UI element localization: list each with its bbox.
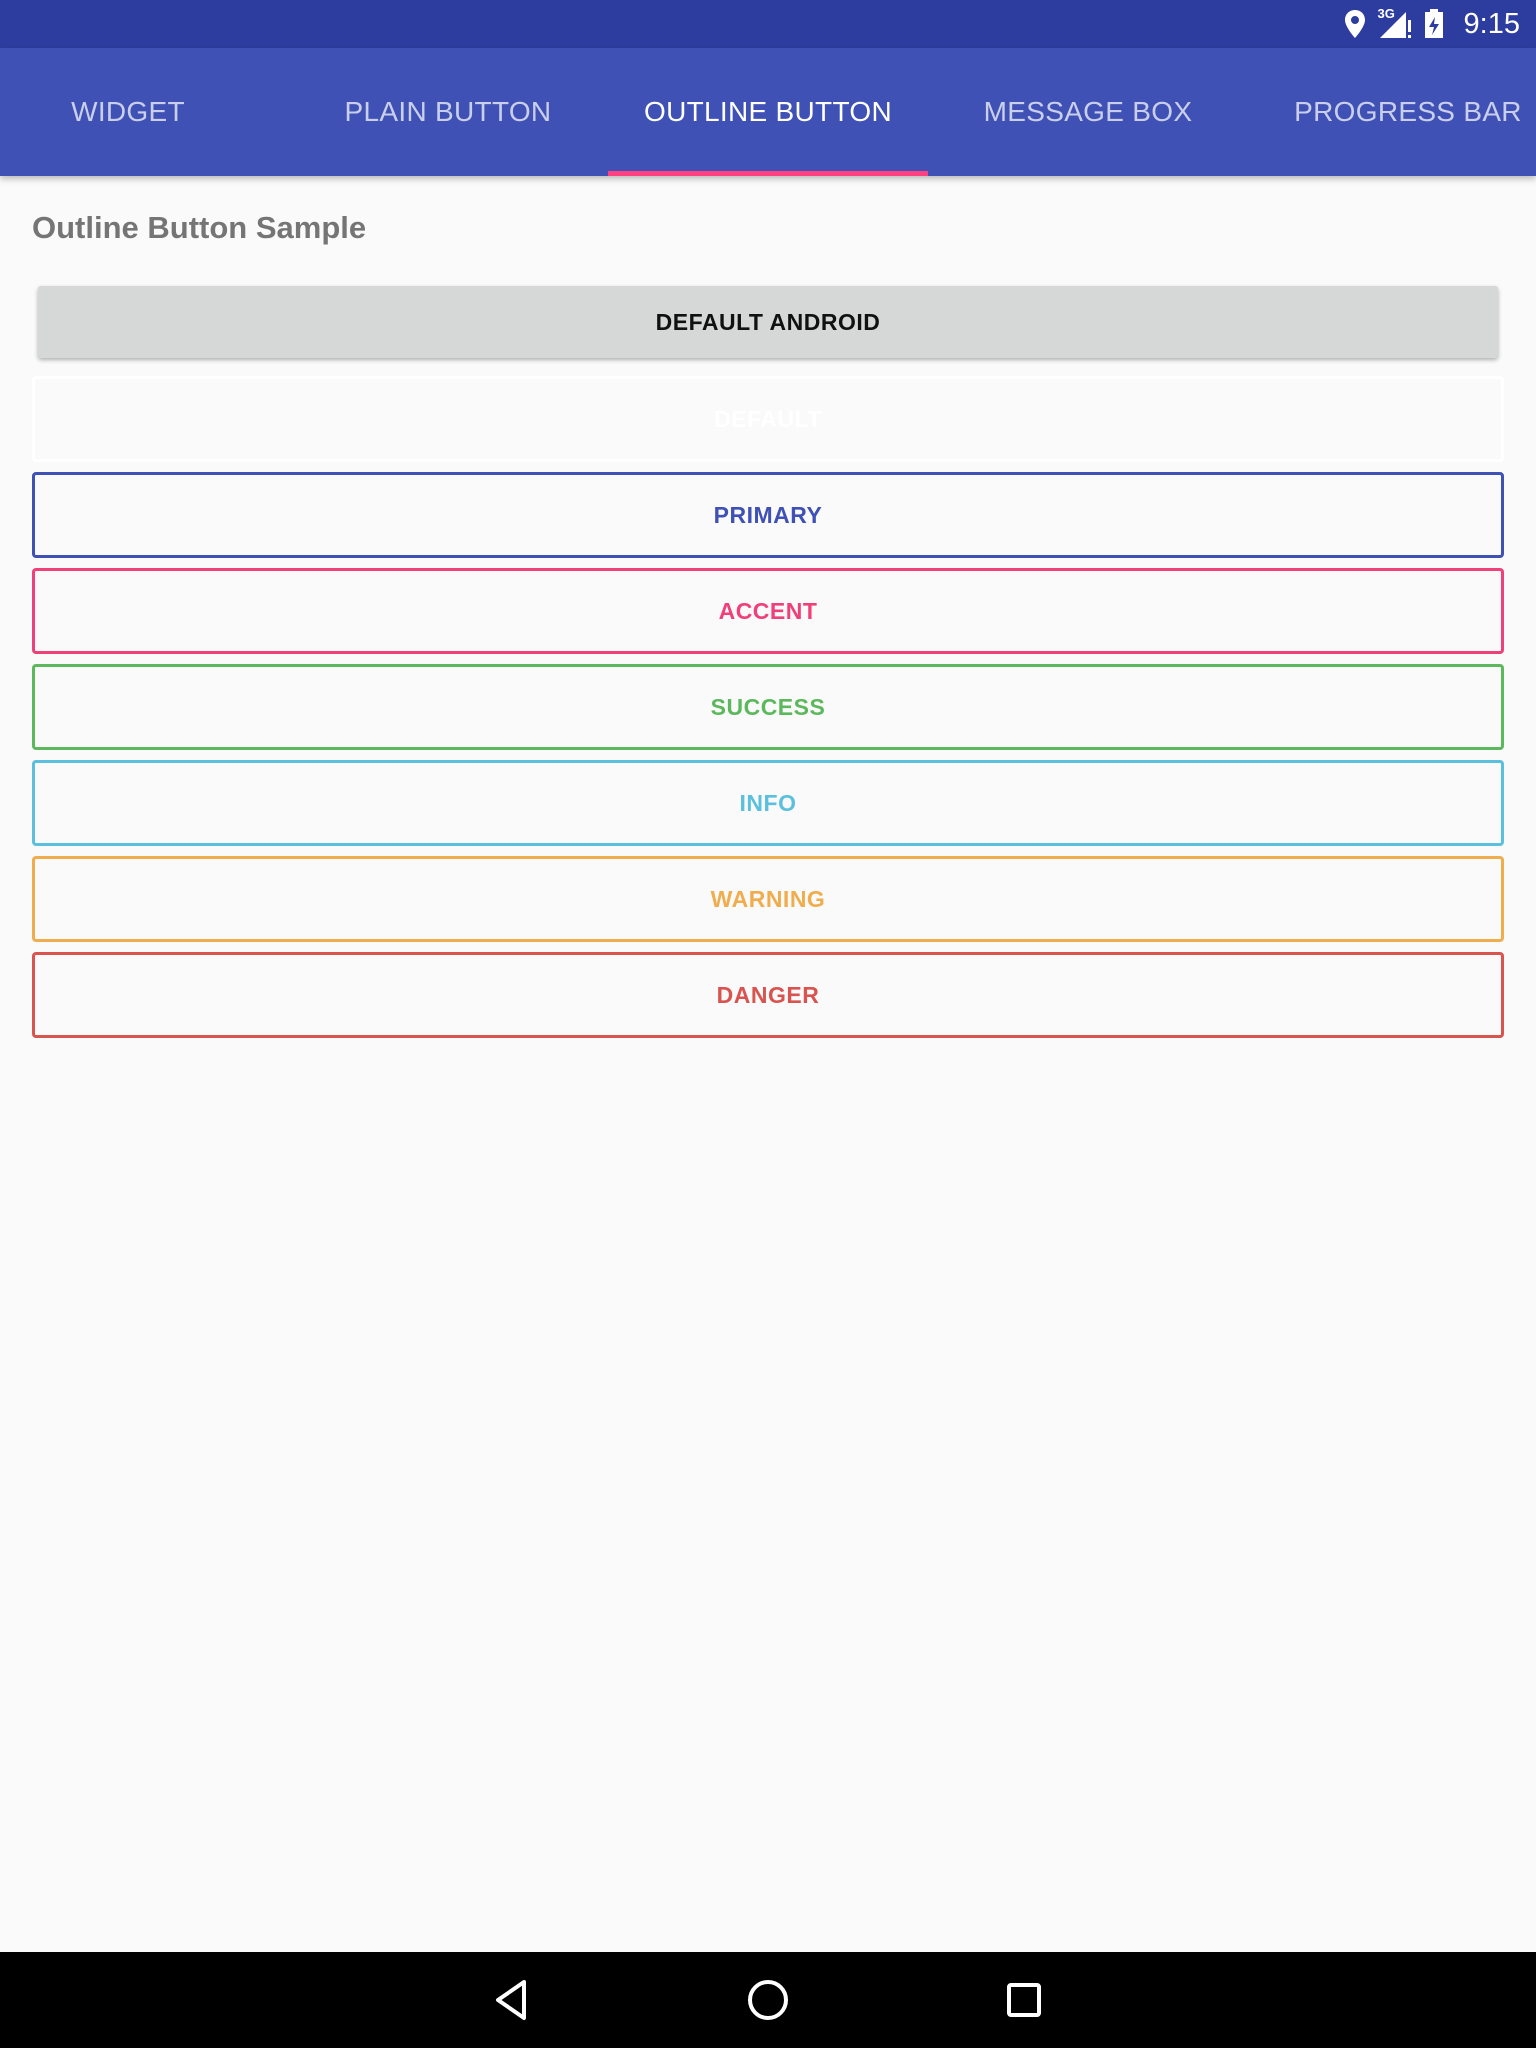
tab-progress-bar[interactable]: PROGRESS BAR: [1248, 48, 1536, 176]
default-android-button[interactable]: DEFAULT ANDROID: [38, 286, 1498, 358]
tab-plain-button[interactable]: PLAIN BUTTON: [288, 48, 608, 176]
section-title: Outline Button Sample: [32, 210, 367, 245]
tab-message-box[interactable]: MESSAGE BOX: [928, 48, 1248, 176]
location-icon: [1344, 9, 1366, 39]
recents-icon[interactable]: [976, 1952, 1072, 2048]
accent-button[interactable]: ACCENT: [32, 568, 1504, 654]
status-time: 9:15: [1463, 7, 1520, 40]
back-icon[interactable]: [464, 1952, 560, 2048]
tab-outline-button[interactable]: OUTLINE BUTTON: [608, 48, 928, 176]
battery-icon: [1424, 9, 1444, 39]
warning-button[interactable]: WARNING: [32, 856, 1504, 942]
signal-icon: 3G: [1377, 6, 1412, 40]
tab-bar: WIDGET PLAIN BUTTON OUTLINE BUTTON MESSA…: [0, 48, 1536, 176]
navigation-bar: [0, 1952, 1536, 2048]
success-button[interactable]: SUCCESS: [32, 664, 1504, 750]
home-icon[interactable]: [720, 1952, 816, 2048]
tab-indicator: [608, 171, 928, 176]
danger-button[interactable]: DANGER: [32, 952, 1504, 1038]
primary-button[interactable]: PRIMARY: [32, 472, 1504, 558]
info-button[interactable]: INFO: [32, 760, 1504, 846]
network-type-label: 3G: [1377, 6, 1395, 21]
default-button[interactable]: DEFAULT: [32, 376, 1504, 462]
status-icons: 3G 9:15: [1344, 0, 1520, 48]
tab-widget[interactable]: WIDGET: [0, 48, 256, 176]
status-bar: 3G 9:15: [0, 0, 1536, 48]
